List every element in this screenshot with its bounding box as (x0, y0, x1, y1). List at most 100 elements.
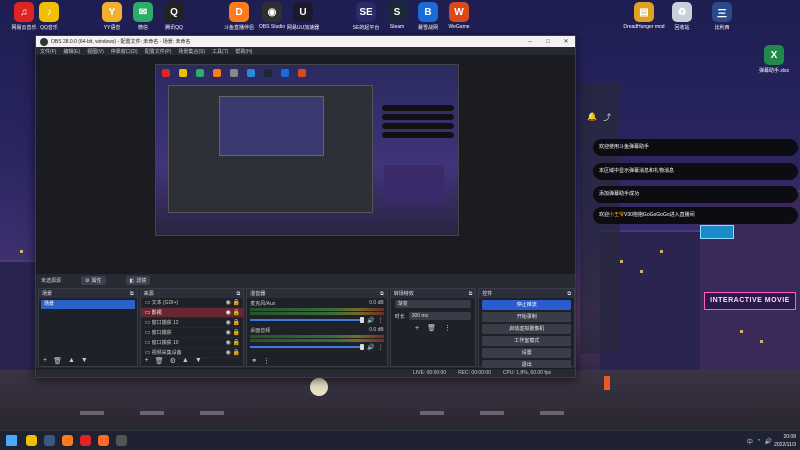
menu-item[interactable]: 工具(T) (212, 48, 228, 55)
dock-popout-icon[interactable]: ⧉ (380, 291, 384, 297)
more-icon[interactable]: ⋮ (263, 357, 270, 365)
menu-item[interactable]: 文件(F) (40, 48, 56, 55)
menu-item[interactable]: 停靠窗口(D) (111, 48, 138, 55)
dock-popout-icon[interactable]: ⧉ (237, 291, 241, 297)
qq-music-icon[interactable] (22, 431, 40, 450)
scenes-dock: 场景 ⧉ 场景 + 🗑 ▲ ▼ (38, 288, 138, 367)
stop-streaming-button[interactable]: 停止推流 (482, 300, 572, 310)
speaker-icon[interactable]: 🔊 (367, 344, 374, 351)
source-type-icon: ▭ (144, 340, 151, 346)
desktop-shortcut[interactable]: ♻ 回收站 (660, 2, 704, 31)
source-row[interactable]: ▭ 文本 (GDI+) ◉ 🔒 (140, 298, 244, 308)
start-virtual-camera-button[interactable]: 启动虚拟摄像机 (482, 324, 572, 334)
chat-message: 欢迎使用斗鱼弹幕助手 (593, 139, 798, 156)
source-row[interactable]: ▭ 影视 ◉ 🔒 (140, 308, 244, 318)
source-name: 窗口捕获 12 (151, 320, 179, 326)
eye-icon[interactable]: ◉ (224, 309, 232, 316)
filters-button[interactable]: ◧ 滤镜 (125, 276, 151, 285)
live-status: LIVE: 00:00:00 (413, 370, 447, 376)
taskbar: 中 ◔ 🔊 20:08 2022/11/3 (0, 430, 800, 450)
speaker-icon[interactable]: 🔊 (367, 317, 374, 324)
arrow-up-icon[interactable]: ▲ (182, 357, 189, 364)
dock-popout-icon[interactable]: ⧉ (567, 291, 571, 297)
eye-icon[interactable]: ◉ (224, 329, 232, 336)
menu-item[interactable]: 场景集合(S) (178, 48, 205, 55)
yy-voice-icon: Y (102, 2, 122, 22)
volume-slider[interactable] (250, 317, 365, 323)
close-button[interactable]: ✕ (557, 38, 575, 45)
duration-input[interactable]: 300 ms (408, 312, 472, 320)
add-icon[interactable]: + (415, 325, 419, 332)
maximize-button[interactable]: □ (539, 39, 557, 45)
arrow-down-icon[interactable]: ▼ (81, 357, 88, 364)
source-type-icon: ▭ (144, 320, 151, 326)
lock-icon[interactable]: 🔒 (232, 309, 240, 316)
source-row[interactable]: ▭ 窗口捕获 12 ◉ 🔒 (140, 318, 244, 328)
menu-item[interactable]: 配置文件(P) (145, 48, 172, 55)
trash-icon[interactable]: 🗑 (427, 324, 436, 332)
desktop-shortcut[interactable]: 三比利西 (700, 2, 744, 31)
recycle-bin-icon: ♻ (672, 2, 692, 22)
properties-button[interactable]: ⚙ 属性 (81, 276, 106, 285)
share-icon[interactable]: ⤴ (603, 112, 611, 123)
interactive-movie-sign: INTERACTIVE MOVIE (704, 292, 796, 310)
settings-button[interactable]: 设置 (482, 348, 572, 358)
lock-icon[interactable]: 🔒 (232, 299, 240, 306)
desktop-shortcut[interactable]: X 弹幕助手.xlsx (752, 45, 796, 74)
eye-icon[interactable]: ◉ (224, 299, 232, 306)
trash-icon[interactable]: 🗑 (53, 357, 62, 365)
transition-select[interactable]: 渐变 (394, 300, 472, 308)
sources-dock: 来源 ⧉ ▭ 文本 (GDI+) ◉ 🔒 ▭ 影视 ◉ 🔒 ▭ 窗口捕获 12 ◉ 🔒 ▭ 窗口捕获 ◉ 🔒 ▭ 窗… (139, 288, 245, 367)
add-icon[interactable]: + (145, 357, 149, 364)
lock-icon[interactable]: 🔒 (232, 329, 240, 336)
volume-slider[interactable] (250, 344, 365, 350)
bell-icon[interactable]: 🔔 (587, 112, 597, 121)
gear-icon[interactable]: ⚙ (170, 357, 176, 365)
source-type-icon: ▭ (144, 300, 151, 306)
menu-item[interactable]: 编辑(E) (63, 48, 80, 55)
douyu-icon[interactable] (58, 431, 76, 450)
obs-icon[interactable] (112, 431, 130, 450)
desktop-shortcut[interactable]: ♪ QQ音乐 (27, 2, 71, 31)
ime-indicator[interactable]: 中 (747, 437, 753, 446)
transitions-dock: 转场特效 ⧉ 渐变 时长 300 ms + 🗑 ⋮ (389, 288, 477, 367)
eye-icon[interactable]: ◉ (224, 339, 232, 346)
desktop-shortcut[interactable]: W WeGame (437, 2, 481, 30)
menu-item[interactable]: 帮助(H) (235, 48, 252, 55)
desktop-shortcut[interactable]: Q 腾讯QQ (152, 2, 196, 31)
dock-popout-icon[interactable]: ⧉ (469, 291, 473, 297)
menu-bar: 文件(F) 编辑(E) 视图(V) 停靠窗口(D) 配置文件(P) 场景集合(S) 工具(T… (36, 47, 575, 56)
steam-icon[interactable] (40, 431, 58, 450)
add-icon[interactable]: + (43, 357, 47, 364)
scene-item[interactable]: 场景 (41, 300, 135, 309)
netease-music-icon[interactable] (76, 431, 94, 450)
selected-source-label: 未选源源 (41, 278, 62, 284)
desktop-shortcut-label: WeGame (448, 24, 470, 30)
arrow-up-icon[interactable]: ▲ (68, 357, 75, 364)
eye-icon[interactable]: ◉ (224, 319, 232, 326)
more-icon[interactable]: ⋮ (444, 324, 451, 332)
studio-mode-button[interactable]: 工作室模式 (482, 336, 572, 346)
folder-icon: ▤ (634, 2, 654, 22)
dock-popout-icon[interactable]: ⧉ (130, 291, 134, 297)
preview-canvas[interactable] (155, 64, 459, 236)
taskbar-clock[interactable]: 20:08 2022/11/3 (756, 433, 796, 449)
lock-icon[interactable]: 🔒 (232, 339, 240, 346)
desktop-shortcut-label: 回收站 (674, 25, 690, 31)
link-icon[interactable]: ⚭ (251, 357, 257, 365)
windows-start-icon[interactable] (0, 431, 22, 450)
trash-icon[interactable]: 🗑 (155, 357, 164, 365)
more-icon[interactable]: ⋮ (378, 317, 384, 324)
rec-status: REC: 00:00:00 (458, 370, 491, 376)
source-row[interactable]: ▭ 窗口捕获 10 ◉ 🔒 (140, 338, 244, 348)
menu-item[interactable]: 视图(V) (87, 48, 104, 55)
douyu-assist-icon[interactable] (94, 431, 112, 450)
start-recording-button[interactable]: 开始录制 (482, 312, 572, 322)
lock-icon[interactable]: 🔒 (232, 319, 240, 326)
source-row[interactable]: ▭ 窗口捕获 ◉ 🔒 (140, 328, 244, 338)
minimize-button[interactable]: – (521, 39, 539, 45)
desktop-shortcut[interactable]: U 网易UU加速器 (281, 2, 325, 31)
more-icon[interactable]: ⋮ (378, 344, 384, 351)
arrow-down-icon[interactable]: ▼ (195, 357, 202, 364)
game-logo-icon: 三 (712, 2, 732, 22)
